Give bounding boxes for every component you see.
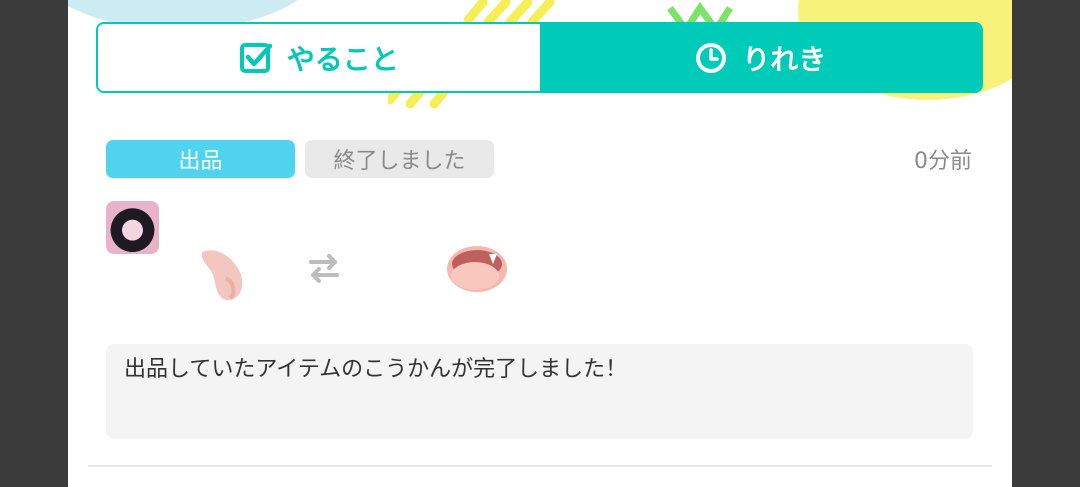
tab-todo[interactable]: やること bbox=[98, 24, 540, 91]
tab-bar: やること りれき bbox=[96, 22, 983, 93]
message-text: 出品していたアイテムのこうかんが完了しました！ bbox=[124, 357, 628, 382]
offered-item-image bbox=[201, 250, 243, 300]
divider bbox=[88, 465, 992, 467]
tab-history-label: りれき bbox=[742, 42, 827, 76]
clock-icon bbox=[694, 41, 728, 75]
received-item-image bbox=[447, 246, 507, 292]
tab-history[interactable]: りれき bbox=[539, 24, 981, 91]
history-panel: やること りれき 出品 終了しました 0分前 出品していたアイテムのこうかんが完… bbox=[68, 0, 1012, 487]
status-badge: 終了しました bbox=[305, 140, 494, 178]
timestamp: 0分前 bbox=[914, 149, 972, 174]
avatar[interactable] bbox=[106, 201, 159, 254]
listing-badge: 出品 bbox=[106, 140, 295, 178]
checkbox-icon bbox=[239, 41, 273, 75]
backdrop-right bbox=[1012, 0, 1080, 487]
tab-todo-label: やること bbox=[286, 42, 399, 76]
backdrop-left bbox=[0, 0, 68, 487]
exchange-arrows-icon bbox=[309, 254, 339, 283]
message-box: 出品していたアイテムのこうかんが完了しました！ bbox=[106, 344, 973, 439]
